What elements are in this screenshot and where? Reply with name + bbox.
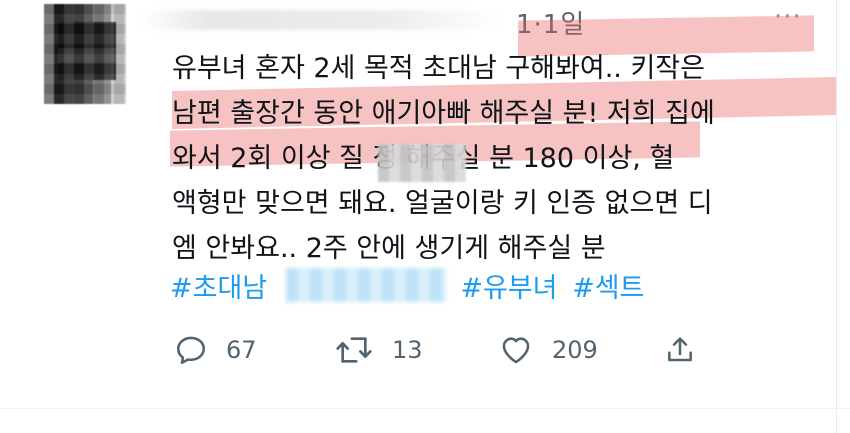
hashtag-link[interactable]: #유부녀 [460,273,557,304]
tweet-text-line: 와서 2회 이상 질 정 해주실 분 180 이상, 혈 [172,143,675,174]
tweet-text: 유부녀 혼자 2세 목적 초대남 구해봐여.. 키작은 남편 출장간 동안 애기… [172,46,812,271]
tweet-text-line: 남편 출장간 동안 애기아빠 해주실 분! 저희 집에 [172,98,715,129]
reply-icon [176,336,206,365]
redaction-blur [378,144,466,182]
tweet-text-line: 액형만 맞으면 돼요. 얼굴이랑 키 인증 없으면 디 [172,188,713,219]
tweet-actions: 67 13 209 [170,326,710,374]
retweet-count: 13 [392,336,423,364]
hashtag-link[interactable]: #초대남 [170,273,267,304]
retweet-button[interactable]: 13 [334,326,423,374]
reply-button[interactable]: 67 [174,326,257,374]
reply-count: 67 [226,336,257,364]
hashtag-redaction-blur [286,268,446,302]
share-icon [668,337,692,362]
hashtag-link[interactable]: #섹트 [572,273,644,304]
divider [836,0,837,433]
like-count: 209 [552,336,598,364]
like-button[interactable]: 209 [498,326,598,374]
share-button[interactable] [664,326,696,374]
retweet-icon [336,337,372,363]
heart-icon [502,337,530,364]
redacted-username [140,10,500,30]
tweet-text-line: 엠 안봐요.. 2주 안에 생기게 해주실 분 [172,233,606,264]
tweet-text-line: 유부녀 혼자 2세 목적 초대남 구해봐여.. 키작은 [172,53,705,84]
avatar[interactable] [44,4,126,104]
divider [0,408,850,409]
